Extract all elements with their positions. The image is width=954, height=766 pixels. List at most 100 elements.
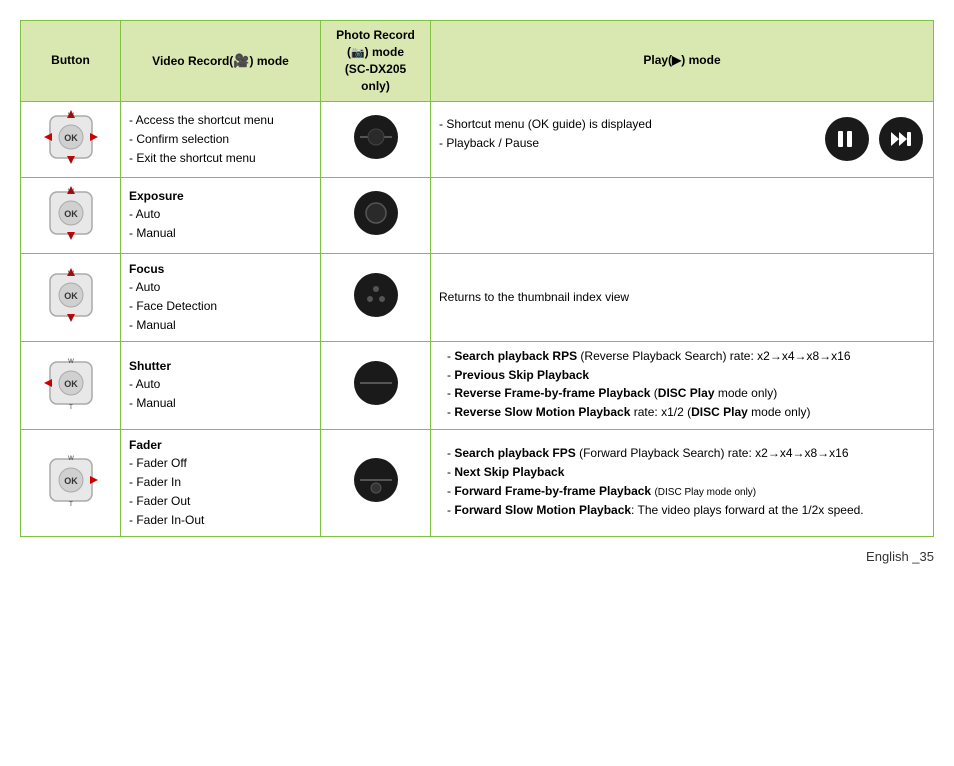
photo-cell-1 <box>321 101 431 177</box>
photo-icon-4 <box>352 359 400 407</box>
photo-cell-5 <box>321 429 431 536</box>
photo-icon-3 <box>352 271 400 319</box>
video-list-1: Access the shortcut menu Confirm selecti… <box>129 111 312 167</box>
list-item: Reverse Frame-by-frame Playback (DISC Pl… <box>447 385 925 402</box>
list-item: Previous Skip Playback <box>447 367 925 384</box>
page-footer: English _35 <box>20 549 934 564</box>
list-item: Fader In-Out <box>129 511 312 529</box>
list-item: Fader Off <box>129 454 312 472</box>
button-cell-1: OK W T <box>21 101 121 177</box>
page-container: Button Video Record(🎥) mode Photo Record… <box>20 20 934 564</box>
list-item: Auto <box>129 375 312 393</box>
video-cell-5: Fader Fader Off Fader In Fader Out Fader… <box>121 429 321 536</box>
play-list-1: Shortcut menu (OK guide) is displayed Pl… <box>439 115 813 152</box>
play-cell-5: Search playback FPS (Forward Playback Se… <box>431 429 934 536</box>
video-label-5: Fader <box>129 438 162 452</box>
list-item: Auto <box>129 278 312 296</box>
list-item: Auto <box>129 205 312 223</box>
play-text-1: Shortcut menu (OK guide) is displayed Pl… <box>439 115 813 153</box>
svg-text:OK: OK <box>64 379 78 389</box>
svg-text:T: T <box>69 235 73 241</box>
play-content-1: Shortcut menu (OK guide) is displayed Pl… <box>439 115 925 163</box>
list-item: Fader In <box>129 473 312 491</box>
table-row: OK W T Focus Auto Face Detection Manual <box>21 253 934 341</box>
svg-text:OK: OK <box>64 209 78 219</box>
list-item: Fader Out <box>129 492 312 510</box>
video-list-2: Auto Manual <box>129 205 312 242</box>
photo-icon-5 <box>352 456 400 504</box>
table-row: OK W T Fader Fader Off Fader In Fader Ou… <box>21 429 934 536</box>
list-item: Manual <box>129 316 312 334</box>
play-cell-1: Shortcut menu (OK guide) is displayed Pl… <box>431 101 934 177</box>
play-text-3: Returns to the thumbnail index view <box>439 290 629 304</box>
svg-text:W: W <box>68 359 74 365</box>
list-item: Search playback RPS (Reverse Playback Se… <box>447 348 925 365</box>
video-cell-3: Focus Auto Face Detection Manual <box>121 253 321 341</box>
list-item: Exit the shortcut menu <box>129 149 312 167</box>
table-row: OK W T Shutter Auto Manual <box>21 341 934 429</box>
video-cell-1: Access the shortcut menu Confirm selecti… <box>121 101 321 177</box>
svg-text:W: W <box>68 189 74 195</box>
list-item: Manual <box>129 224 312 242</box>
list-item: Manual <box>129 394 312 412</box>
video-list-4: Auto Manual <box>129 375 312 412</box>
ok-button-icon-4: OK W T <box>42 354 100 412</box>
photo-cell-3 <box>321 253 431 341</box>
svg-text:OK: OK <box>64 291 78 301</box>
list-item: Forward Slow Motion Playback: The video … <box>447 502 925 519</box>
button-cell-2: OK W T <box>21 177 121 253</box>
play-cell-2 <box>431 177 934 253</box>
header-play: Play(▶) mode <box>431 21 934 102</box>
play-list-5: Search playback FPS (Forward Playback Se… <box>439 445 925 518</box>
ok-button-icon-3: OK W T <box>42 266 100 324</box>
list-item: Forward Frame-by-frame Playback (DISC Pl… <box>447 483 925 500</box>
list-item: Search playback FPS (Forward Playback Se… <box>447 445 925 462</box>
video-label-3: Focus <box>129 262 164 276</box>
video-label-4: Shutter <box>129 359 171 373</box>
play-pause-icon <box>823 115 871 163</box>
video-cell-4: Shutter Auto Manual <box>121 341 321 429</box>
skip-icon <box>877 115 925 163</box>
main-table: Button Video Record(🎥) mode Photo Record… <box>20 20 934 537</box>
table-row: OK W T Exposure Auto Manual <box>21 177 934 253</box>
svg-text:T: T <box>69 405 73 411</box>
button-cell-5: OK W T <box>21 429 121 536</box>
play-cell-3: Returns to the thumbnail index view <box>431 253 934 341</box>
list-item: Face Detection <box>129 297 312 315</box>
play-cell-4: Search playback RPS (Reverse Playback Se… <box>431 341 934 429</box>
svg-text:OK: OK <box>64 133 78 143</box>
header-button: Button <box>21 21 121 102</box>
ok-button-icon-2: OK W T <box>42 184 100 242</box>
photo-icon-1 <box>352 113 400 161</box>
photo-cell-2 <box>321 177 431 253</box>
button-cell-3: OK W T <box>21 253 121 341</box>
play-icons-1 <box>823 115 925 163</box>
ok-button-icon-1: OK W T <box>42 108 100 166</box>
video-list-5: Fader Off Fader In Fader Out Fader In-Ou… <box>129 454 312 529</box>
svg-text:T: T <box>69 159 73 165</box>
list-item: Next Skip Playback <box>447 464 925 481</box>
button-cell-4: OK W T <box>21 341 121 429</box>
svg-text:T: T <box>69 317 73 323</box>
ok-button-icon-5: OK W T <box>42 451 100 509</box>
svg-text:T: T <box>69 502 73 508</box>
photo-cell-4 <box>321 341 431 429</box>
video-cell-2: Exposure Auto Manual <box>121 177 321 253</box>
svg-text:W: W <box>68 113 74 119</box>
photo-icon-2 <box>352 189 400 237</box>
list-item: Playback / Pause <box>439 134 813 152</box>
list-item: Reverse Slow Motion Playback rate: x1/2 … <box>447 404 925 421</box>
svg-text:W: W <box>68 271 74 277</box>
svg-text:OK: OK <box>64 476 78 486</box>
table-row: OK W T <box>21 101 934 177</box>
list-item: Access the shortcut menu <box>129 111 312 129</box>
list-item: Confirm selection <box>129 130 312 148</box>
video-label-2: Exposure <box>129 189 184 203</box>
list-item: Shortcut menu (OK guide) is displayed <box>439 115 813 133</box>
header-video: Video Record(🎥) mode <box>121 21 321 102</box>
header-photo: Photo Record(📷) mode(SC-DX205 only) <box>321 21 431 102</box>
page-number: English _35 <box>866 549 934 564</box>
play-list-4: Search playback RPS (Reverse Playback Se… <box>439 348 925 421</box>
svg-text:W: W <box>68 456 74 462</box>
video-list-3: Auto Face Detection Manual <box>129 278 312 334</box>
